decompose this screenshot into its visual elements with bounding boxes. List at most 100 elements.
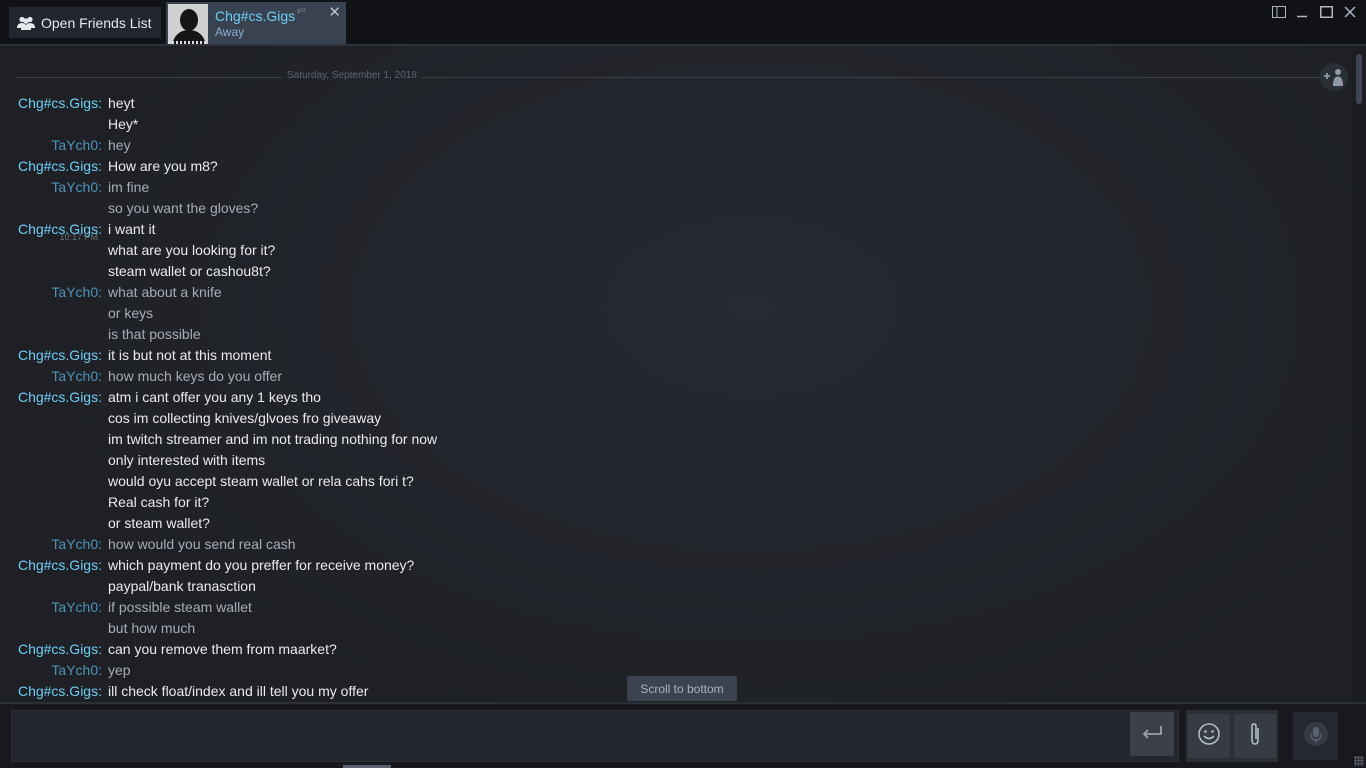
paperclip-icon: [1248, 722, 1262, 751]
message-sender[interactable]: Chg#cs.Gigs:: [18, 641, 102, 657]
message-sender[interactable]: Chg#cs.Gigs:: [18, 683, 102, 699]
message-text: how much keys do you offer: [108, 368, 283, 384]
date-divider: [15, 77, 1325, 78]
message-text: or steam wallet?: [108, 515, 210, 531]
message-text: heyt: [108, 95, 135, 111]
message-input-bar: [0, 702, 1366, 768]
message-text: im twitch streamer and im not trading no…: [108, 431, 438, 447]
chat-tools: [1186, 710, 1278, 762]
message-sender[interactable]: TaYch0:: [51, 284, 102, 300]
chat-message: TaYch0: im fine: [0, 177, 1352, 198]
chat-message: would oyu accept steam wallet or rela ca…: [0, 471, 1352, 492]
message-sender[interactable]: Chg#cs.Gigs:: [18, 347, 102, 363]
chat-message: but how much: [0, 618, 1352, 639]
message-text: im fine: [108, 179, 150, 195]
chat-message: Chg#cs.Gigs: it is but not at this moment: [0, 345, 1352, 366]
chat-message: Chg#cs.Gigs: How are you m8?: [0, 156, 1352, 177]
chat-message: TaYch0: hey: [0, 135, 1352, 156]
message-sender[interactable]: TaYch0:: [51, 179, 102, 195]
enter-icon: [1141, 725, 1163, 744]
chat-tab-chg-cs-gigs[interactable]: Chg#cs.Gigs zᶻᶻ Away ✕: [166, 2, 346, 44]
message-text: Real cash for it?: [108, 494, 210, 510]
send-button[interactable]: [1130, 712, 1174, 756]
smiley-icon: [1197, 722, 1221, 751]
message-sender[interactable]: TaYch0:: [51, 368, 102, 384]
message-sender[interactable]: TaYch0:: [51, 662, 102, 678]
scrollbar-thumb[interactable]: [1356, 54, 1362, 104]
chat-message: Real cash for it?: [0, 492, 1352, 513]
resize-grip[interactable]: [1354, 756, 1364, 766]
scroll-to-bottom-button[interactable]: Scroll to bottom: [627, 676, 737, 701]
message-sender[interactable]: Chg#cs.Gigs:: [18, 95, 102, 111]
add-friend-icon[interactable]: [1320, 63, 1348, 91]
avatar: [168, 4, 208, 44]
chat-message: im twitch streamer and im not trading no…: [0, 429, 1352, 450]
message-text: ill check float/index and ill tell you m…: [108, 683, 369, 699]
message-text: would oyu accept steam wallet or rela ca…: [108, 473, 414, 489]
title-bar: Open Friends List Chg#cs.Gigs zᶻᶻ Away ✕: [0, 0, 1366, 46]
message-sender[interactable]: Chg#cs.Gigs:: [18, 158, 102, 174]
message-list: Chg#cs.Gigs: heyt Hey* TaYch0: hey Chg#cs.Gig…: [0, 93, 1352, 702]
message-text: hey: [108, 137, 131, 153]
voice-chat-button[interactable]: [1293, 712, 1338, 760]
message-text: which payment do you preffer for receive…: [108, 557, 415, 573]
message-text: cos im collecting knives/glvoes fro give…: [108, 410, 382, 426]
close-tab-icon[interactable]: ✕: [328, 5, 341, 20]
chat-message: or keys: [0, 303, 1352, 324]
message-sender[interactable]: TaYch0:: [51, 599, 102, 615]
message-text: is that possible: [108, 326, 201, 342]
chat-message: so you want the gloves?: [0, 198, 1352, 219]
tab-friend-status: Away: [215, 25, 245, 39]
chat-message: steam wallet or cashou8t?: [0, 261, 1352, 282]
away-icon: zᶻᶻ: [297, 8, 306, 15]
message-text: how would you send real cash: [108, 536, 296, 552]
chat-message: TaYch0: how much keys do you offer: [0, 366, 1352, 387]
message-text: paypal/bank tranasction: [108, 578, 256, 594]
message-text: it is but not at this moment: [108, 347, 272, 363]
microphone-icon: [1303, 721, 1329, 752]
chat-message: or steam wallet?: [0, 513, 1352, 534]
chat-message: Chg#cs.Gigs: heyt: [0, 93, 1352, 114]
message-sender[interactable]: Chg#cs.Gigs:: [18, 557, 102, 573]
chat-log[interactable]: Saturday, September 1, 2018 Chg#cs.Gigs:…: [0, 48, 1352, 702]
chat-message: is that possible: [0, 324, 1352, 345]
date-label: Saturday, September 1, 2018: [282, 70, 422, 81]
scrollbar[interactable]: [1352, 48, 1366, 702]
message-text: or keys: [108, 305, 154, 321]
message-text: steam wallet or cashou8t?: [108, 263, 271, 279]
chat-window: Open Friends List Chg#cs.Gigszᶻᶻ Away ✕: [0, 0, 1366, 768]
toggle-sidebar-icon[interactable]: [1272, 6, 1288, 22]
message-text: what about a knife: [108, 284, 222, 300]
message-text: can you remove them from maarket?: [108, 641, 337, 657]
chat-message: only interested with items: [0, 450, 1352, 471]
chat-message: paypal/bank tranasction: [0, 576, 1352, 597]
message-sender[interactable]: TaYch0:: [51, 137, 102, 153]
message-text: if possible steam wallet: [108, 599, 252, 615]
message-text: yep: [108, 662, 131, 678]
open-friends-list-label: Open Friends List: [41, 14, 152, 31]
friends-icon: [17, 16, 35, 30]
chat-message: Chg#cs.Gigs: which payment do you preffer…: [0, 555, 1352, 576]
maximize-icon[interactable]: [1320, 6, 1336, 22]
message-text: but how much: [108, 620, 196, 636]
close-window-icon[interactable]: [1344, 6, 1360, 22]
chat-message: TaYch0: if possible steam wallet: [0, 597, 1352, 618]
chat-message: Chg#cs.Gigs: can you remove them from maa…: [0, 639, 1352, 660]
message-text: what are you looking for it?: [108, 242, 276, 258]
emoticon-button[interactable]: [1188, 714, 1230, 758]
message-input[interactable]: [11, 710, 1179, 762]
minimize-icon[interactable]: [1296, 6, 1312, 22]
chat-message: Chg#cs.Gigs: 10:17 PM i want it: [0, 219, 1352, 242]
message-text: How are you m8?: [108, 158, 218, 174]
message-sender[interactable]: Chg#cs.Gigs:: [18, 389, 102, 405]
message-sender[interactable]: TaYch0:: [51, 536, 102, 552]
message-text: Hey*: [108, 116, 139, 132]
message-text: so you want the gloves?: [108, 200, 259, 216]
tab-friend-name: Chg#cs.Gigs zᶻᶻ: [215, 8, 306, 24]
chat-message: Chg#cs.Gigs: atm i cant offer you any 1 k…: [0, 387, 1352, 408]
chat-message: Hey*: [0, 114, 1352, 135]
attach-button[interactable]: [1234, 714, 1276, 758]
open-friends-list-button[interactable]: Open Friends List: [9, 7, 161, 38]
message-text: i want it: [108, 221, 156, 237]
message-text: only interested with items: [108, 452, 266, 468]
